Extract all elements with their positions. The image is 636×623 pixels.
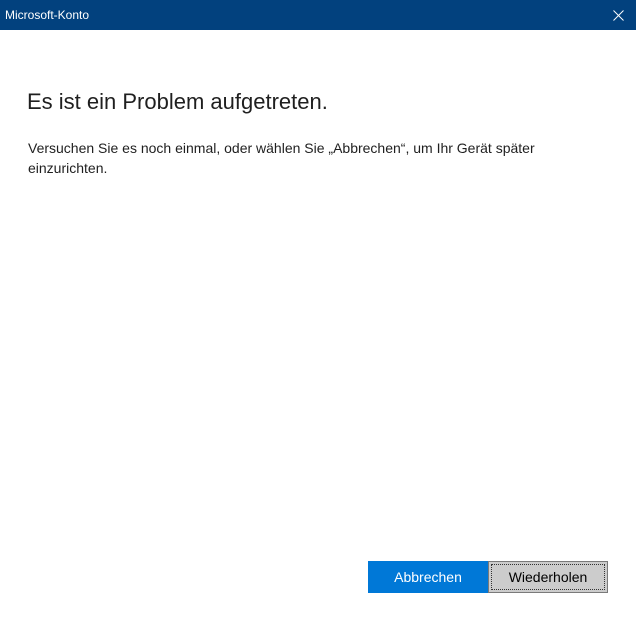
dialog-window: Microsoft-Konto Es ist ein Problem aufge… xyxy=(0,0,636,623)
window-title: Microsoft-Konto xyxy=(5,8,90,22)
close-button[interactable] xyxy=(600,0,636,30)
error-message: Versuchen Sie es noch einmal, oder wähle… xyxy=(28,140,535,176)
title-bar[interactable]: Microsoft-Konto xyxy=(0,0,636,30)
page-title: Es ist ein Problem aufgetreten. xyxy=(27,89,328,114)
dialog-content: Es ist ein Problem aufgetreten. Versuche… xyxy=(0,30,636,623)
cancel-button[interactable]: Abbrechen xyxy=(368,561,488,593)
retry-button[interactable]: Wiederholen xyxy=(488,561,608,593)
close-icon xyxy=(612,9,624,21)
